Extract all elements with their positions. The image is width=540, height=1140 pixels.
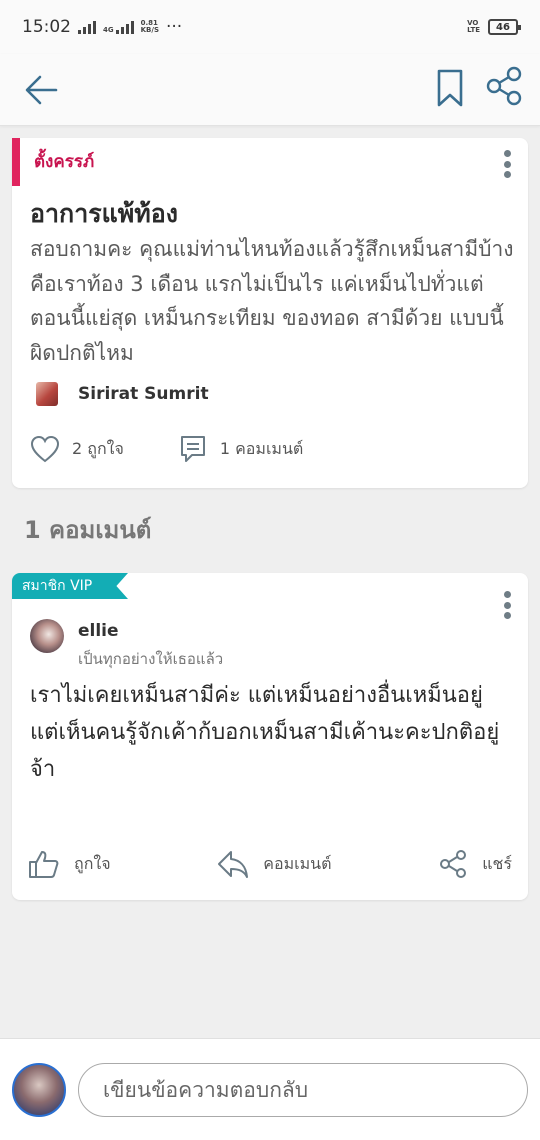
post-card: ตั้งครรภ์ อาการแพ้ท้อง สอบถามคะ คุณแม่ท่… <box>12 138 528 488</box>
post-body: สอบถามคะ คุณแม่ท่านไหนท้องแล้วรู้สึกเหม็… <box>30 237 514 365</box>
comment-card: สมาชิก VIP ellie เป็นทุกอย่างให้เธอแล้ว … <box>12 573 528 900</box>
battery-level: 46 <box>496 21 510 33</box>
more-options-icon[interactable] <box>502 591 512 619</box>
avatar[interactable] <box>30 619 64 653</box>
post-category[interactable]: ตั้งครรภ์ <box>12 138 94 186</box>
more-notifications: ··· <box>165 17 183 37</box>
status-time: 15:02 <box>22 17 71 37</box>
share-label: แชร์ <box>482 853 512 873</box>
arrow-left-icon[interactable] <box>20 68 64 112</box>
comment-button[interactable]: 1 คอมเมนต์ <box>178 434 303 464</box>
like-label: ถูกใจ <box>74 853 111 873</box>
avatar[interactable] <box>36 382 58 406</box>
commenter[interactable]: ellie เป็นทุกอย่างให้เธอแล้ว <box>30 619 223 671</box>
reply-icon <box>218 851 249 878</box>
network-type: 4G <box>103 26 114 34</box>
vip-badge: สมาชิก VIP <box>12 573 128 599</box>
volte-label-lte: LTE <box>467 26 480 34</box>
signal-icon-2 <box>115 20 134 34</box>
like-count: 2 ถูกใจ <box>72 438 124 458</box>
comment-label: คอมเมนต์ <box>263 853 332 873</box>
comment-count-label: 1 คอมเมนต์ <box>219 438 304 458</box>
commenter-name[interactable]: ellie <box>78 621 223 641</box>
post-actions: 2 ถูกใจ 1 คอมเมนต์ <box>30 434 303 464</box>
like-button[interactable]: 2 ถูกใจ <box>30 435 124 463</box>
reply-bar <box>0 1038 540 1140</box>
comment-icon <box>180 436 205 462</box>
share-icon <box>440 850 467 878</box>
comment-line: เราไม่เคยเหม็นสามีค่ะ แต่เหม็นอย่างอื่นเ… <box>30 683 483 708</box>
post-author[interactable]: Sirirat Sumrit <box>36 382 209 406</box>
avatar[interactable] <box>12 1063 66 1117</box>
commenter-subtitle: เป็นทุกอย่างให้เธอแล้ว <box>78 650 224 668</box>
comment-body: เราไม่เคยเหม็นสามีค่ะ แต่เหม็นอย่างอื่นเ… <box>30 677 520 788</box>
thumbs-up-icon <box>29 851 59 878</box>
more-options-icon[interactable] <box>502 150 512 178</box>
app-bar <box>0 54 540 126</box>
comment-like-button[interactable]: ถูกใจ <box>28 849 111 879</box>
reply-input[interactable] <box>78 1063 528 1117</box>
bookmark-icon[interactable] <box>432 66 468 110</box>
share-button[interactable]: แชร์ <box>438 849 512 879</box>
network-speed-unit: KB/S <box>140 26 159 34</box>
share-icon[interactable] <box>482 64 526 108</box>
comment-line: แต่เห็นคนรู้จักเค้าก้บอกเหม็นสามีเค้านะค… <box>30 720 500 782</box>
comment-actions: ถูกใจ คอมเมนต์ แชร์ <box>28 849 512 879</box>
heart-icon <box>30 435 60 463</box>
post-title: อาการแพ้ท้อง <box>30 199 178 228</box>
comments-header: 1 คอมเมนต์ <box>24 516 152 544</box>
author-name[interactable]: Sirirat Sumrit <box>78 384 209 404</box>
signal-icon <box>78 20 96 34</box>
status-bar: 15:02 4G 0.81 KB/S ··· VO LTE 46 <box>0 0 540 54</box>
reply-button[interactable]: คอมเมนต์ <box>217 849 332 879</box>
battery-icon: 46 <box>488 19 521 35</box>
